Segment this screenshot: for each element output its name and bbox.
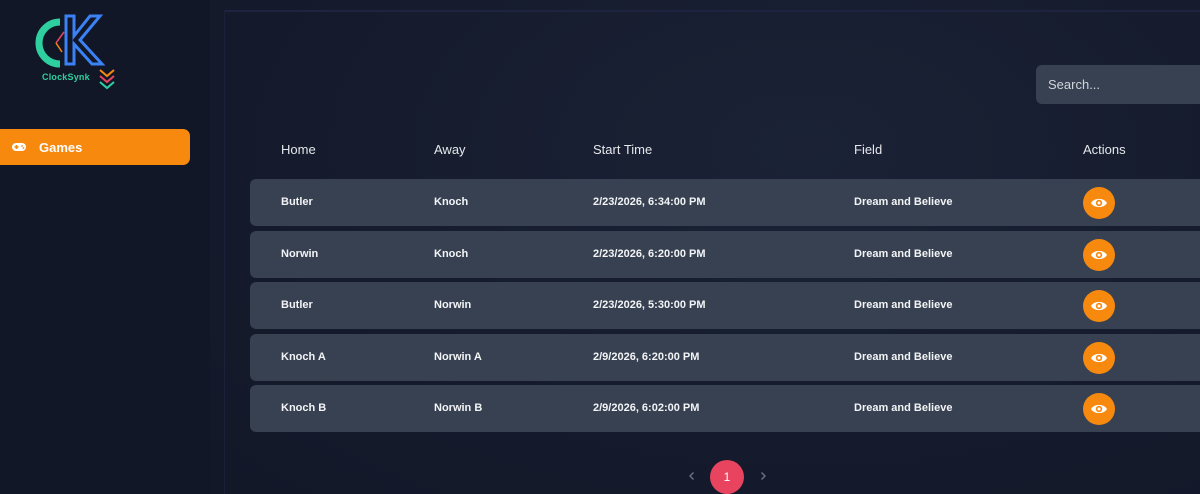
view-game-button[interactable]	[1083, 239, 1115, 271]
column-header-home: Home	[281, 142, 316, 157]
view-game-button[interactable]	[1083, 187, 1115, 219]
table-row: Norwin Knoch 2/23/2026, 6:20:00 PM Dream…	[250, 231, 1200, 278]
cell-start-time: 2/23/2026, 5:30:00 PM	[593, 299, 706, 311]
column-header-field: Field	[854, 142, 883, 157]
cell-away: Norwin A	[434, 351, 482, 363]
table-row: Knoch B Norwin B 2/9/2026, 6:02:00 PM Dr…	[250, 385, 1200, 432]
cell-start-time: 2/9/2026, 6:20:00 PM	[593, 351, 700, 363]
brand-name: ClockSynk	[42, 72, 90, 82]
logo: ClockSynk	[30, 12, 122, 92]
eye-icon	[1091, 404, 1107, 414]
cell-field: Dream and Believe	[854, 402, 953, 414]
table-row: Butler Norwin 2/23/2026, 5:30:00 PM Drea…	[250, 282, 1200, 329]
eye-icon	[1091, 353, 1107, 363]
cell-home: Knoch B	[281, 402, 327, 414]
cell-home: Norwin	[281, 248, 319, 260]
cell-home: Knoch A	[281, 351, 326, 363]
cell-home: Butler	[281, 196, 313, 208]
view-game-button[interactable]	[1083, 342, 1115, 374]
cell-field: Dream and Believe	[854, 196, 953, 208]
eye-icon	[1091, 198, 1107, 208]
sidebar-item-label: Games	[39, 139, 83, 155]
gamepad-icon	[11, 139, 27, 155]
divider	[224, 10, 225, 494]
cell-field: Dream and Believe	[854, 351, 953, 363]
cell-away: Norwin B	[434, 402, 483, 414]
search-input[interactable]	[1036, 65, 1200, 104]
view-game-button[interactable]	[1083, 393, 1115, 425]
sidebar: ClockSynk Games	[0, 0, 210, 494]
chevron-left-icon[interactable]	[682, 466, 702, 486]
main-content: Home Away Start Time Field Actions Butle…	[210, 0, 1200, 494]
page-button-current[interactable]: 1	[710, 460, 744, 494]
sidebar-item-games[interactable]: Games	[0, 129, 190, 165]
cell-away: Norwin	[434, 299, 472, 311]
view-game-button[interactable]	[1083, 290, 1115, 322]
divider	[224, 10, 1200, 12]
chevron-right-icon[interactable]	[753, 466, 773, 486]
cell-away: Knoch	[434, 248, 469, 260]
cell-field: Dream and Believe	[854, 248, 953, 260]
table-header: Home Away Start Time Field Actions	[250, 140, 1200, 160]
cell-start-time: 2/23/2026, 6:34:00 PM	[593, 196, 706, 208]
column-header-actions: Actions	[1083, 142, 1126, 157]
cell-field: Dream and Believe	[854, 299, 953, 311]
cell-start-time: 2/23/2026, 6:20:00 PM	[593, 248, 706, 260]
eye-icon	[1091, 301, 1107, 311]
app: ClockSynk Games Home Away Start Time F	[0, 0, 1200, 494]
cell-start-time: 2/9/2026, 6:02:00 PM	[593, 402, 700, 414]
table-row: Butler Knoch 2/23/2026, 6:34:00 PM Dream…	[250, 179, 1200, 226]
column-header-away: Away	[434, 142, 466, 157]
eye-icon	[1091, 250, 1107, 260]
cell-away: Knoch	[434, 196, 469, 208]
column-header-start-time: Start Time	[593, 142, 653, 157]
cell-home: Butler	[281, 299, 313, 311]
table-row: Knoch A Norwin A 2/9/2026, 6:20:00 PM Dr…	[250, 334, 1200, 381]
pagination: 1	[680, 460, 790, 494]
